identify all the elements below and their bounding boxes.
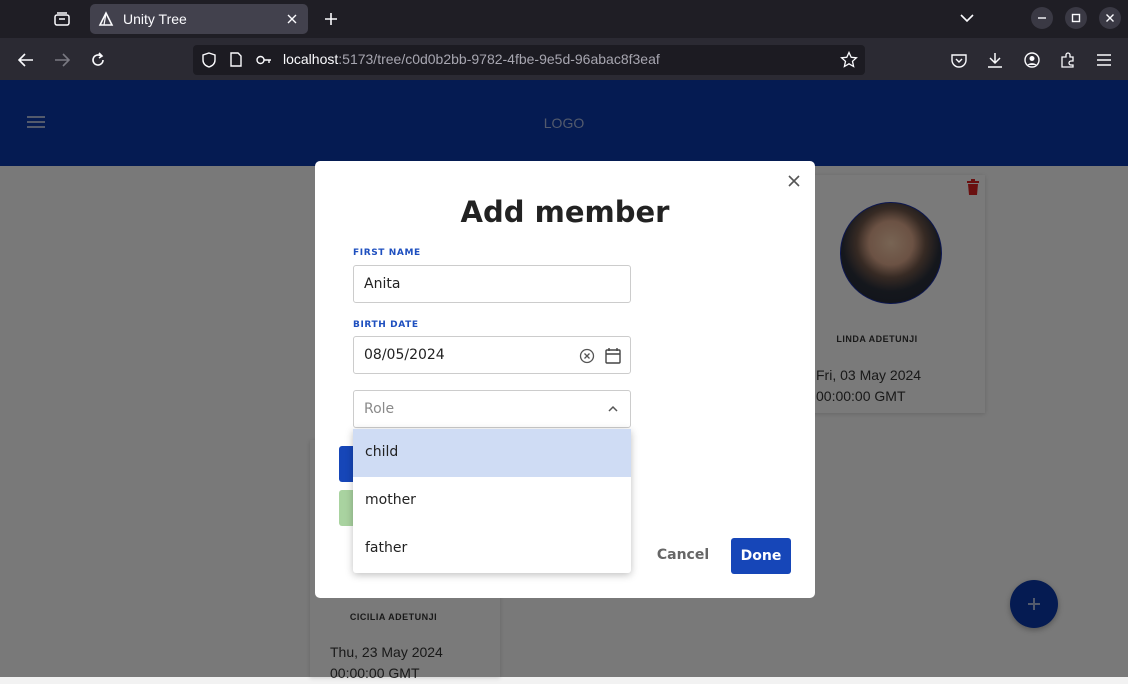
window-close-icon[interactable]	[1099, 7, 1121, 29]
list-all-tabs-icon[interactable]	[956, 7, 978, 29]
app-menu-icon[interactable]	[1091, 47, 1117, 73]
shield-icon[interactable]	[202, 52, 216, 68]
first-name-field[interactable]: Anita	[353, 265, 631, 303]
pocket-icon[interactable]	[946, 47, 972, 73]
bookmark-star-icon[interactable]	[840, 51, 858, 69]
chevron-up-icon	[608, 405, 618, 412]
calendar-icon[interactable]	[605, 347, 621, 364]
reload-icon[interactable]	[85, 47, 111, 73]
minimize-icon[interactable]	[1031, 7, 1053, 29]
role-option-child[interactable]: child	[353, 429, 631, 477]
role-option-label: father	[365, 540, 408, 556]
role-select[interactable]: Role	[353, 390, 631, 428]
clear-date-icon[interactable]	[579, 348, 595, 364]
close-icon[interactable]	[786, 173, 802, 189]
role-option-mother[interactable]: mother	[353, 477, 631, 525]
account-icon[interactable]	[1019, 47, 1045, 73]
tab-title: Unity Tree	[123, 11, 187, 27]
role-placeholder: Role	[364, 401, 395, 417]
key-icon[interactable]	[256, 53, 272, 67]
first-name-label: FIRST NAME	[353, 248, 421, 258]
vite-favicon-icon	[98, 11, 114, 26]
browser-tab[interactable]: Unity Tree	[90, 4, 308, 34]
tab-close-icon[interactable]	[283, 10, 301, 28]
downloads-icon[interactable]	[982, 47, 1008, 73]
new-tab-icon[interactable]	[320, 8, 342, 30]
first-name-value: Anita	[364, 276, 401, 292]
browser-nav-bar: localhost:5173/tree/c0d0b2bb-9782-4fbe-9…	[0, 38, 1128, 80]
role-option-label: child	[365, 444, 399, 460]
forward-icon[interactable]	[49, 47, 75, 73]
role-option-label: mother	[365, 492, 416, 508]
url-bar[interactable]: localhost:5173/tree/c0d0b2bb-9782-4fbe-9…	[193, 45, 865, 75]
modal-title: Add member	[460, 195, 670, 229]
maximize-icon[interactable]	[1065, 7, 1087, 29]
page-icon[interactable]	[230, 52, 242, 67]
birth-date-value: 08/05/2024	[364, 347, 445, 363]
url-text[interactable]: localhost:5173/tree/c0d0b2bb-9782-4fbe-9…	[283, 51, 660, 67]
extensions-icon[interactable]	[1055, 47, 1081, 73]
done-button[interactable]: Done	[731, 538, 791, 574]
back-icon[interactable]	[13, 47, 39, 73]
birth-date-field[interactable]: 08/05/2024	[353, 336, 631, 374]
role-option-father[interactable]: father	[353, 525, 631, 573]
cancel-button[interactable]: Cancel	[652, 543, 714, 567]
tab-list-icon[interactable]	[48, 6, 76, 32]
browser-tab-bar: Unity Tree	[0, 0, 1128, 38]
role-dropdown-menu: child mother father	[353, 429, 631, 573]
birth-date-label: BIRTH DATE	[353, 320, 419, 330]
